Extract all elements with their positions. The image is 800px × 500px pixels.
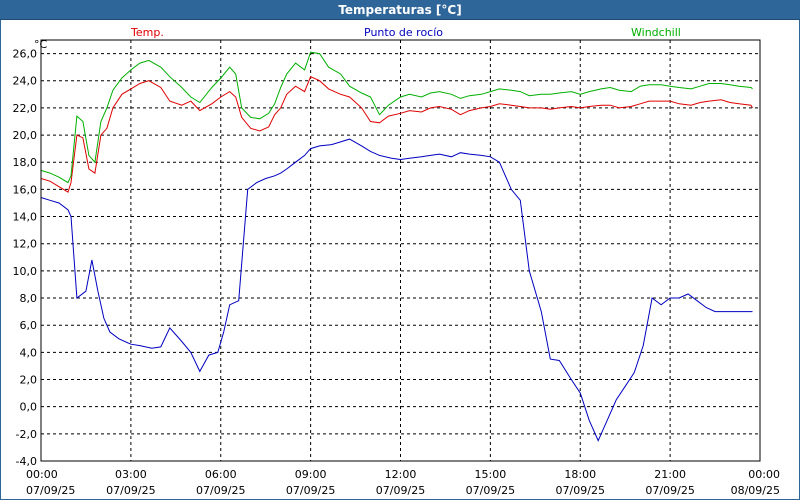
x-tick-time: 15:00 [475,468,507,481]
series-line-windchill [40,51,753,184]
x-tick-time: 21:00 [654,468,686,481]
y-tick-label: 14,0 [13,211,38,224]
x-tick-time: 03:00 [115,468,147,481]
x-tick-date: 07/09/25 [106,484,155,497]
y-tick-label: 16,0 [13,183,38,196]
x-tick-date: 07/09/25 [376,484,425,497]
y-tick-label: 18,0 [13,156,38,169]
y-tick-label: 20,0 [13,129,38,142]
y-tick-label: 2,0 [20,374,38,387]
y-tick-label: 6,0 [20,319,38,332]
grid-lines [41,40,760,461]
legend-dew-point: Punto de rocío [364,26,443,39]
x-tick-time: 00:00 [748,468,780,481]
x-tick-time: 18:00 [564,468,596,481]
x-tick-time: 06:00 [205,468,237,481]
series-lines [40,51,753,442]
x-tick-time: 12:00 [385,468,417,481]
x-tick-date: 07/09/25 [466,484,515,497]
legend-windchill: Windchill [631,26,681,39]
series-line-temp [40,76,753,193]
y-tick-label: 22,0 [13,102,38,115]
y-tick-label: 12,0 [13,238,38,251]
x-tick-date: 07/09/25 [26,484,75,497]
legend-temp: Temp. [130,26,164,39]
x-tick-date: 07/09/25 [556,484,605,497]
x-tick-date: 07/09/25 [645,484,694,497]
x-tick-time: 00:00 [26,468,58,481]
y-tick-label: 10,0 [13,265,38,278]
y-tick-label: 24,0 [13,75,38,88]
x-tick-time: 09:00 [295,468,327,481]
x-tick-date: 08/09/25 [731,484,780,497]
y-tick-label: 0,0 [20,401,38,414]
temperature-chart: 26,024,022,020,018,016,014,012,010,08,06… [13,26,781,497]
y-tick-label: 4,0 [20,346,38,359]
series-line-dew-point [40,138,753,442]
x-tick-date: 07/09/25 [286,484,335,497]
x-axis-tick-labels: 00:00 07/09/25 03:00 07/09/25 06:00 07/09/25 0… [26,468,780,497]
x-tick-date: 07/09/25 [196,484,245,497]
y-tick-label: 8,0 [20,292,38,305]
y-tick-label: -2,0 [16,428,37,441]
y-axis-tick-labels: 26,024,022,020,018,016,014,012,010,08,06… [13,48,38,468]
y-tick-label: -4,0 [16,455,37,468]
